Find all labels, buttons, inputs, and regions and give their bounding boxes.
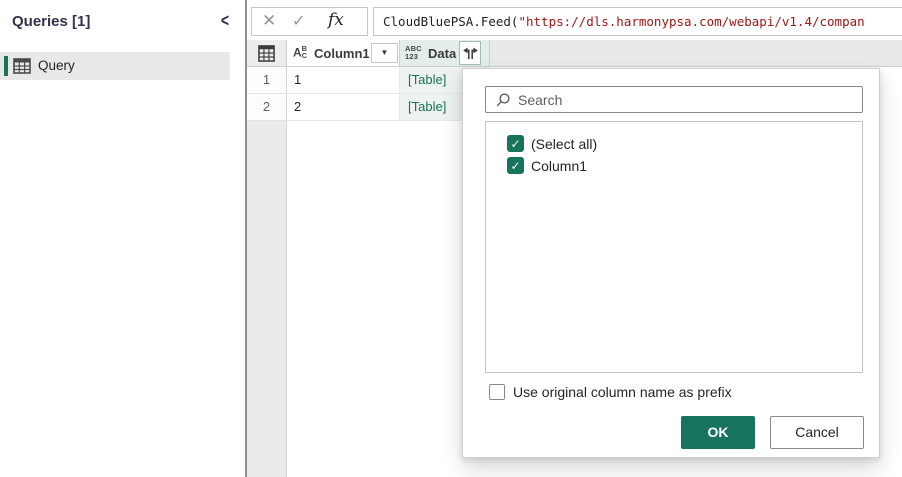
cancel-button[interactable]: Cancel — [770, 416, 864, 449]
table-icon — [13, 57, 31, 75]
search-icon — [496, 93, 510, 107]
column-list: ✓ (Select all) ✓ Column1 — [485, 121, 863, 373]
sidebar-item-query[interactable]: Query — [0, 52, 230, 80]
filter-dropdown-icon: ▼ — [380, 48, 389, 57]
grid-corner-button[interactable] — [247, 40, 287, 67]
row-number[interactable]: 1 — [247, 67, 287, 94]
formula-bar-buttons: ✕ ✓ fx — [251, 7, 368, 36]
expand-column-button[interactable] — [459, 41, 481, 65]
expand-column-popup: ✓ (Select all) ✓ Column1 Use original co… — [462, 68, 880, 458]
formula-function-text: CloudBluePSA.Feed( — [383, 14, 519, 29]
cell-column1-row1[interactable]: 1 — [287, 67, 400, 94]
option-label: Column1 — [531, 158, 588, 174]
use-prefix-option[interactable]: Use original column name as prefix — [463, 382, 879, 404]
cell-column1-row2[interactable]: 2 — [287, 94, 400, 121]
row-number[interactable]: 2 — [247, 94, 287, 121]
selected-accent-bar — [4, 56, 8, 76]
formula-cancel-icon[interactable]: ✕ — [262, 11, 276, 31]
grid-header-filler — [490, 40, 902, 67]
search-box — [485, 86, 863, 113]
table-grid-icon — [258, 45, 275, 62]
search-input[interactable] — [518, 88, 858, 111]
abc123-any-icon: ABC 123 — [405, 44, 422, 61]
column1-header-label: Column1 — [314, 46, 370, 61]
expand-icon — [463, 47, 478, 59]
option-column1[interactable]: ✓ Column1 — [486, 155, 862, 177]
collapse-pane-icon[interactable]: < — [216, 9, 234, 33]
row-number-gutter — [247, 121, 287, 477]
checkbox-unchecked-icon[interactable] — [489, 384, 505, 400]
option-label: (Select all) — [531, 136, 598, 152]
queries-pane: Queries [1] < Query — [0, 0, 245, 477]
formula-string-text: "https://dls.harmonypsa.com/webapi/v1.4/… — [518, 14, 865, 29]
use-prefix-label: Use original column name as prefix — [513, 384, 732, 400]
formula-input[interactable]: CloudBluePSA.Feed("https://dls.harmonyps… — [373, 7, 902, 36]
power-query-editor: Queries [1] < Query ✕ ✓ fx CloudBluePSA.… — [0, 0, 902, 477]
checkbox-checked-icon[interactable]: ✓ — [507, 157, 524, 174]
checkbox-checked-icon[interactable]: ✓ — [507, 135, 524, 152]
fx-icon[interactable]: fx — [328, 10, 344, 30]
abc-text-icon: ABC — [293, 44, 308, 60]
option-select-all[interactable]: ✓ (Select all) — [486, 133, 862, 155]
queries-pane-title: Queries [1] — [12, 13, 91, 30]
ok-button[interactable]: OK — [681, 416, 755, 449]
data-header-label: Data — [428, 46, 457, 61]
formula-accept-icon[interactable]: ✓ — [292, 11, 305, 31]
column1-filter-button[interactable]: ▼ — [371, 43, 398, 63]
sidebar-item-label: Query — [38, 58, 75, 73]
column-header-column1[interactable]: ABC Column1 ▼ — [287, 40, 400, 67]
column-header-data[interactable]: ABC 123 Data — [400, 40, 490, 67]
